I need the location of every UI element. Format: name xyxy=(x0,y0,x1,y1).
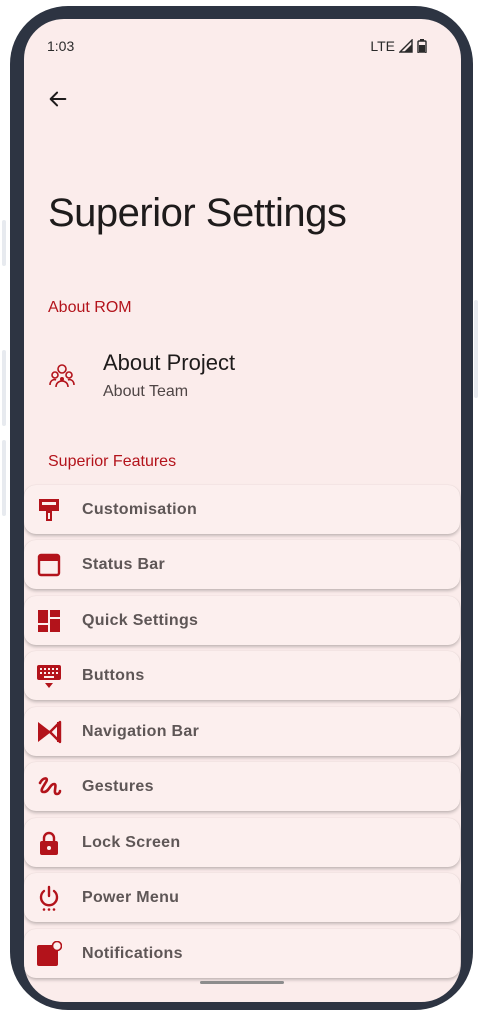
menu-item-label: Buttons xyxy=(82,666,145,684)
menu-item-navigation-bar[interactable]: Navigation Bar xyxy=(24,707,460,756)
about-project-item[interactable]: About Project About Team xyxy=(24,337,461,411)
menu-item-customisation[interactable]: Customisation xyxy=(24,485,460,534)
menu-item-label: Power Menu xyxy=(82,888,180,906)
menu-item-label: Quick Settings xyxy=(82,611,199,629)
signal-icon xyxy=(399,39,413,53)
menu-item-label: Status Bar xyxy=(82,555,166,573)
battery-icon xyxy=(417,39,427,53)
notification-icon xyxy=(37,941,62,966)
team-icon xyxy=(49,364,75,388)
status-time: 1:03 xyxy=(47,38,75,54)
dashboard-icon xyxy=(38,610,60,632)
network-type: LTE xyxy=(370,38,395,54)
navigation-icon xyxy=(38,720,62,744)
power-icon xyxy=(39,885,59,911)
status-bar: 1:03 LTE xyxy=(24,19,461,75)
back-arrow-icon xyxy=(49,91,67,107)
menu-item-gestures[interactable]: Gestures xyxy=(24,762,460,811)
page-title: Superior Settings xyxy=(48,191,347,235)
gesture-icon xyxy=(38,777,62,796)
lock-icon xyxy=(40,831,58,855)
status-icons: LTE xyxy=(370,38,427,54)
keyboard-icon xyxy=(37,665,61,688)
device-side-button xyxy=(474,300,478,398)
about-project-title: About Project xyxy=(103,350,236,375)
status-bar-icon xyxy=(37,553,61,577)
menu-item-notifications[interactable]: Notifications xyxy=(24,929,460,978)
device-side-button xyxy=(2,440,6,516)
section-header-features: Superior Features xyxy=(48,453,177,470)
menu-item-quick-settings[interactable]: Quick Settings xyxy=(24,596,460,645)
menu-item-label: Lock Screen xyxy=(82,833,181,851)
about-project-subtitle: About Team xyxy=(103,383,189,400)
section-header-about: About ROM xyxy=(48,299,132,316)
menu-item-status-bar[interactable]: Status Bar xyxy=(24,540,460,589)
menu-item-power-menu[interactable]: Power Menu xyxy=(24,873,460,922)
paint-brush-icon xyxy=(39,499,59,521)
menu-item-label: Gestures xyxy=(82,777,154,795)
home-indicator[interactable] xyxy=(200,981,284,984)
device-side-button xyxy=(2,220,6,266)
menu-item-buttons[interactable]: Buttons xyxy=(24,651,460,700)
device-side-button xyxy=(2,350,6,426)
menu-item-lock-screen[interactable]: Lock Screen xyxy=(24,818,460,867)
menu-item-label: Customisation xyxy=(82,500,198,518)
menu-item-label: Notifications xyxy=(82,944,183,962)
back-button[interactable] xyxy=(38,79,78,119)
menu-item-label: Navigation Bar xyxy=(82,722,200,740)
screen: 1:03 LTE Superior Settings About ROM Abo… xyxy=(24,19,461,1002)
